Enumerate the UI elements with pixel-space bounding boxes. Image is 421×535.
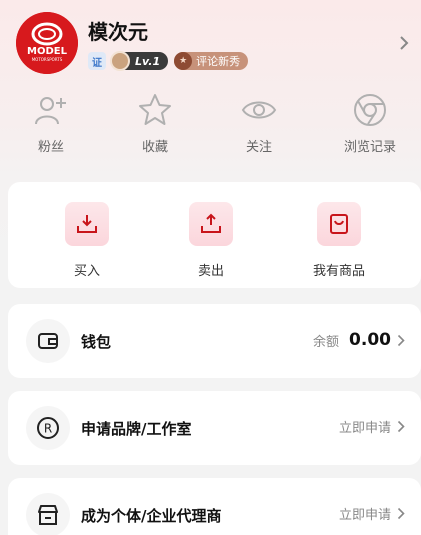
trade-icon-bg — [189, 202, 233, 246]
badge-row: 证 Lv.1 ★ 评论新秀 — [88, 51, 249, 71]
brand-logo-icon: MODEL MOTORSPORTS — [16, 12, 78, 74]
store-icon — [38, 505, 58, 525]
review-badge[interactable]: ★ 评论新秀 — [174, 52, 249, 70]
trade-icon-bg — [317, 202, 361, 246]
trade-buy[interactable]: 买入 — [47, 202, 127, 279]
wallet-title: 钱包 — [81, 333, 112, 351]
quick-link-label: 收藏 — [141, 140, 168, 155]
star-icon — [139, 94, 171, 125]
apply-now-link: 立即申请 — [338, 421, 391, 436]
trade-my-products[interactable]: 我有商品 — [299, 202, 379, 279]
brand-apply-action[interactable]: 立即申请 — [339, 417, 405, 436]
browser-history-icon — [354, 94, 386, 126]
add-user-icon — [35, 97, 66, 125]
wallet-balance: 余额 0.00 — [313, 330, 405, 350]
product-box-icon — [330, 214, 348, 234]
svg-text:R: R — [44, 422, 52, 436]
brand-apply-title: 申请品牌/工作室 — [81, 420, 192, 438]
chevron-right-icon — [397, 334, 405, 346]
avatar-sub-text: MOTORSPORTS — [32, 57, 63, 62]
chevron-right-icon[interactable] — [399, 35, 409, 51]
balance-value: 0.00 — [349, 330, 391, 350]
quick-link-history[interactable]: 浏览记录 — [325, 90, 415, 155]
upload-tray-icon — [201, 213, 221, 233]
agent-icon-bg — [26, 493, 70, 535]
quick-link-fans[interactable]: 粉丝 — [6, 90, 96, 155]
quick-link-label: 粉丝 — [37, 140, 64, 155]
review-text: 评论新秀 — [196, 55, 241, 68]
verify-badge[interactable]: 证 — [88, 52, 106, 70]
quick-link-label: 浏览记录 — [343, 140, 396, 155]
brand-apply-row[interactable]: R 申请品牌/工作室 立即申请 — [8, 391, 421, 465]
agent-apply-title: 成为个体/企业代理商 — [81, 507, 222, 525]
chevron-right-icon — [397, 420, 405, 433]
trade-label: 我有商品 — [312, 264, 365, 279]
wallet-row[interactable]: 钱包 余额 0.00 — [8, 304, 421, 378]
download-tray-icon — [77, 215, 97, 233]
quick-links: 粉丝 收藏 关注 浏览记录 — [0, 90, 421, 160]
apply-now-link: 立即申请 — [338, 508, 391, 523]
agent-apply-action[interactable]: 立即申请 — [339, 504, 405, 523]
quick-link-favorites[interactable]: 收藏 — [110, 90, 200, 155]
wallet-icon — [38, 333, 58, 349]
trade-icon-bg — [65, 202, 109, 246]
trade-label: 买入 — [73, 264, 100, 279]
trade-card: 买入 卖出 我有商品 — [8, 182, 421, 288]
level-text: Lv.1 — [135, 54, 161, 68]
review-medal-icon: ★ — [174, 52, 193, 70]
chevron-right-icon — [397, 507, 405, 520]
avatar[interactable]: MODEL MOTORSPORTS — [16, 12, 78, 74]
trade-label: 卖出 — [197, 264, 224, 279]
level-gem-icon — [110, 51, 130, 71]
trade-sell[interactable]: 卖出 — [171, 202, 251, 279]
brand-icon-bg: R — [26, 406, 70, 450]
profile-header[interactable]: MODEL MOTORSPORTS 模次元 证 Lv.1 ★ 评论新秀 — [0, 0, 421, 90]
wallet-icon-bg — [26, 319, 70, 363]
registered-trademark-icon: R — [37, 417, 59, 439]
quick-link-following[interactable]: 关注 — [214, 90, 304, 155]
eye-icon — [241, 101, 277, 119]
balance-label: 余额 — [313, 334, 340, 350]
avatar-logo-text: MODEL — [27, 46, 68, 57]
quick-link-label: 关注 — [245, 140, 272, 155]
username: 模次元 — [88, 20, 148, 44]
level-badge[interactable]: Lv.1 — [110, 51, 169, 71]
agent-apply-row[interactable]: 成为个体/企业代理商 立即申请 — [8, 478, 421, 535]
